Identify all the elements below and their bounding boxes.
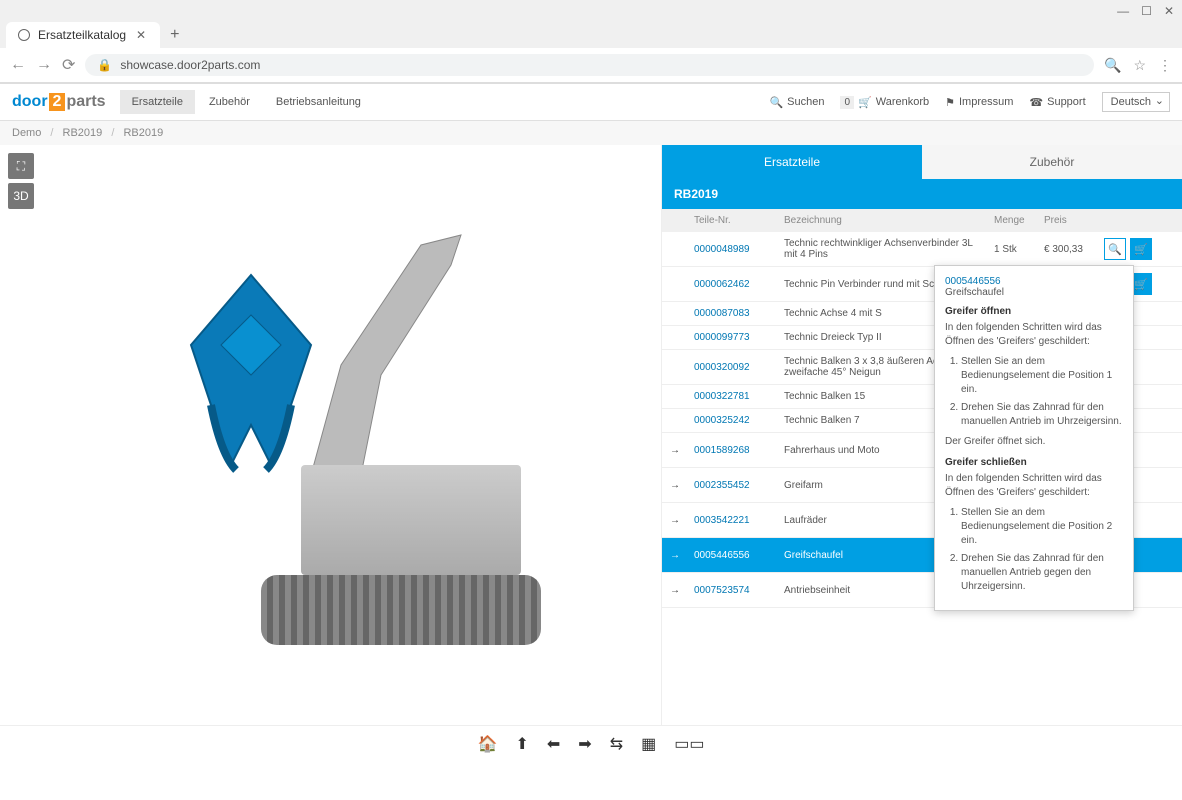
breadcrumb: Demo / RB2019 / RB2019 — [0, 121, 1182, 145]
breadcrumb-item[interactable]: Demo — [12, 127, 41, 139]
window-minimize[interactable]: — — [1117, 4, 1129, 18]
grapple-highlight — [161, 265, 341, 485]
cart-count: 0 — [840, 96, 854, 109]
nav-betriebsanleitung[interactable]: Betriebsanleitung — [264, 90, 373, 114]
table-header: Teile-Nr. Bezeichnung Menge Preis — [662, 209, 1182, 232]
tree-icon[interactable]: ⇆ — [610, 734, 623, 754]
part-number: 0000322781 — [694, 391, 784, 402]
table-row[interactable]: 0000048989Technic rechtwinkliger Achsenv… — [662, 232, 1182, 267]
url-text: showcase.door2parts.com — [120, 58, 260, 72]
rotate-3d-icon[interactable]: 3D — [8, 183, 34, 209]
globe-icon — [18, 29, 30, 41]
star-icon[interactable]: ☆ — [1133, 57, 1146, 74]
part-number: 0001589268 — [694, 445, 784, 456]
nav-zubehor[interactable]: Zubehör — [197, 90, 262, 114]
arrow-icon: → — [670, 585, 694, 596]
detail-popup: 0005446556 Greifschaufel Greifer öffnen … — [934, 265, 1134, 611]
arrow-icon: → — [670, 515, 694, 526]
support-icon: ☎ — [1029, 96, 1043, 109]
nav-ersatzteile[interactable]: Ersatzteile — [120, 90, 195, 114]
search-tool[interactable]: 🔍 Suchen — [769, 96, 824, 109]
home-icon[interactable]: 🏠 — [478, 734, 498, 754]
prev-icon[interactable]: ⬅ — [547, 734, 560, 754]
part-number: 0007523574 — [694, 585, 784, 596]
popup-section-head: Greifer schließen — [945, 457, 1123, 468]
zoom-icon[interactable]: 🔍 — [1104, 57, 1121, 74]
breadcrumb-item[interactable]: RB2019 — [63, 127, 103, 139]
cart-tool[interactable]: 0 🛒 Warenkorb — [840, 96, 929, 109]
tab-close-icon[interactable]: ✕ — [134, 28, 148, 42]
cart-icon: 🛒 — [858, 96, 872, 109]
part-number: 0000048989 — [694, 244, 784, 255]
address-bar[interactable]: 🔒 showcase.door2parts.com — [85, 54, 1094, 76]
tab-title: Ersatzteilkatalog — [38, 28, 126, 42]
part-price: € 300,33 — [1044, 244, 1104, 255]
popup-section-head: Greifer öffnen — [945, 306, 1123, 317]
part-number: 0000087083 — [694, 308, 784, 319]
arrow-icon: → — [670, 550, 694, 561]
logo[interactable]: door2parts — [12, 93, 106, 111]
viewer-canvas[interactable] — [0, 145, 661, 725]
part-number: 0000099773 — [694, 332, 784, 343]
breadcrumb-item: RB2019 — [123, 127, 163, 139]
part-number: 0003542221 — [694, 515, 784, 526]
lock-icon: 🔒 — [97, 58, 112, 72]
next-icon[interactable]: ➡ — [578, 734, 591, 754]
part-number: 0000320092 — [694, 362, 784, 373]
new-tab-button[interactable]: + — [160, 26, 189, 44]
flag-icon: ⚑ — [945, 96, 955, 109]
bottom-toolbar: 🏠 ⬆ ⬅ ➡ ⇆ ▦ ▭▭ — [0, 725, 1182, 762]
arrow-icon: → — [670, 480, 694, 491]
forward-button[interactable]: → — [36, 56, 52, 74]
browser-chrome: — ☐ ✕ Ersatzteilkatalog ✕ + ← → ⟳ 🔒 show… — [0, 0, 1182, 84]
popup-title: Greifschaufel — [945, 287, 1123, 298]
back-button[interactable]: ← — [10, 56, 26, 74]
main-nav: Ersatzteile Zubehör Betriebsanleitung — [120, 90, 373, 114]
part-qty: 1 Stk — [994, 244, 1044, 255]
addcart-icon[interactable]: 🛒 — [1130, 238, 1152, 260]
view-icon[interactable]: ▦ — [641, 734, 656, 754]
arrow-icon: → — [670, 445, 694, 456]
3d-viewer[interactable]: ⛶ 3D — [0, 145, 662, 725]
browser-tab[interactable]: Ersatzteilkatalog ✕ — [6, 22, 160, 48]
reload-button[interactable]: ⟳ — [62, 55, 75, 75]
part-number: 0002355452 — [694, 480, 784, 491]
menu-icon[interactable]: ⋮ — [1158, 57, 1172, 74]
expand-icon[interactable]: ⛶ — [8, 153, 34, 179]
part-description: Technic rechtwinkliger Achsenverbinder 3… — [784, 238, 994, 260]
window-close[interactable]: ✕ — [1164, 4, 1174, 18]
part-number: 0005446556 — [694, 550, 784, 561]
vr-icon[interactable]: ▭▭ — [674, 734, 704, 754]
up-icon[interactable]: ⬆ — [515, 734, 528, 754]
language-select[interactable]: Deutsch — [1102, 92, 1170, 112]
app-header: door2parts Ersatzteile Zubehör Betriebsa… — [0, 84, 1182, 121]
popup-partno: 0005446556 — [945, 276, 1123, 287]
parts-panel: Ersatzteile Zubehör RB2019 Teile-Nr. Bez… — [662, 145, 1182, 725]
search-icon: 🔍 — [769, 96, 783, 109]
part-number: 0000062462 — [694, 279, 784, 290]
detail-icon[interactable]: 🔍 — [1104, 238, 1126, 260]
support-tool[interactable]: ☎ Support — [1029, 96, 1085, 109]
window-maximize[interactable]: ☐ — [1141, 4, 1152, 18]
part-number: 0000325242 — [694, 415, 784, 426]
tab-zubehor[interactable]: Zubehör — [922, 145, 1182, 179]
impressum-tool[interactable]: ⚑ Impressum — [945, 96, 1013, 109]
panel-subhead: RB2019 — [662, 179, 1182, 209]
excavator-model — [121, 205, 541, 665]
tab-ersatzteile[interactable]: Ersatzteile — [662, 145, 922, 179]
